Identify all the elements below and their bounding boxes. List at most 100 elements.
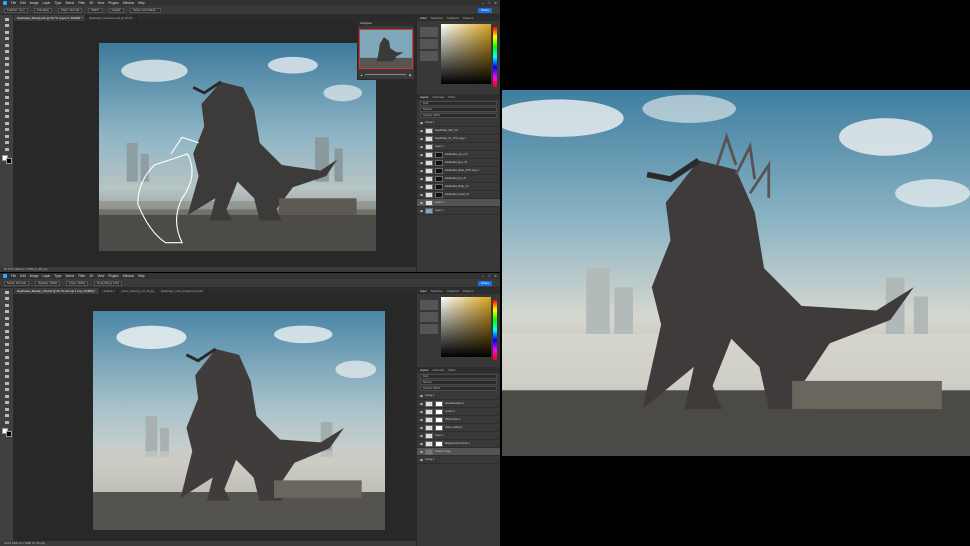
layer-row[interactable]: Deathclaw_Eye_07 bbox=[417, 159, 500, 167]
swatch[interactable] bbox=[420, 300, 438, 310]
menu-help[interactable]: Help bbox=[138, 1, 145, 5]
hand-tool-icon[interactable] bbox=[4, 140, 10, 145]
menu-select[interactable]: Select bbox=[65, 274, 74, 278]
swatch[interactable] bbox=[420, 39, 438, 49]
visibility-eye-icon[interactable] bbox=[420, 450, 423, 453]
close-icon[interactable]: ✕ bbox=[494, 274, 497, 278]
visibility-eye-icon[interactable] bbox=[420, 177, 423, 180]
visibility-eye-icon[interactable] bbox=[420, 185, 423, 188]
visibility-eye-icon[interactable] bbox=[420, 201, 423, 204]
zoom-tool-icon[interactable] bbox=[4, 147, 10, 152]
visibility-eye-icon[interactable] bbox=[420, 137, 423, 140]
background-color-swatch[interactable] bbox=[6, 430, 12, 437]
style-select[interactable]: Style: Normal bbox=[58, 7, 83, 13]
layer-row[interactable]: Hue/Saturation 1 bbox=[417, 400, 500, 408]
tab-color[interactable]: Color bbox=[420, 16, 427, 20]
menu-image[interactable]: Image bbox=[30, 274, 39, 278]
visibility-eye-icon[interactable] bbox=[420, 434, 423, 437]
menu-type[interactable]: Type bbox=[54, 1, 61, 5]
visibility-eye-icon[interactable] bbox=[420, 153, 423, 156]
visibility-eye-icon[interactable] bbox=[420, 426, 423, 429]
menu-select[interactable]: Select bbox=[65, 1, 74, 5]
brush-opacity-field[interactable]: Opacity: 100% bbox=[34, 280, 61, 286]
layer-row[interactable]: Deathclaw_Arm_07 bbox=[417, 151, 500, 159]
height-field[interactable]: Height: bbox=[108, 7, 125, 13]
menu-help[interactable]: Help bbox=[138, 274, 145, 278]
swatch[interactable] bbox=[420, 27, 438, 37]
crop-tool-icon[interactable] bbox=[4, 43, 10, 48]
blur-tool-icon[interactable] bbox=[4, 101, 10, 106]
opacity-field[interactable]: Opacity: 100% bbox=[420, 113, 497, 118]
color-picker-field[interactable] bbox=[441, 24, 491, 84]
visibility-eye-icon[interactable] bbox=[420, 410, 423, 413]
anti-alias-checkbox[interactable]: Anti-alias bbox=[33, 7, 53, 13]
visibility-eye-icon[interactable] bbox=[420, 209, 423, 212]
frame-tool-icon[interactable] bbox=[4, 322, 10, 327]
layer-row-selected[interactable]: Layer 2 bbox=[417, 199, 500, 207]
path-select-tool-icon[interactable] bbox=[4, 127, 10, 132]
tab-paths[interactable]: Paths bbox=[448, 95, 455, 99]
layer-row[interactable]: Brightness/Contrast 1 bbox=[417, 440, 500, 448]
visibility-eye-icon[interactable] bbox=[420, 129, 423, 132]
eraser-tool-icon[interactable] bbox=[4, 361, 10, 366]
blend-mode-select[interactable]: Normal bbox=[420, 380, 497, 385]
layer-row[interactable]: Deathclaw_Body_07 bbox=[417, 183, 500, 191]
move-tool-icon[interactable] bbox=[4, 290, 10, 295]
tab-patterns[interactable]: Patterns bbox=[463, 16, 473, 20]
tab-gradients[interactable]: Gradients bbox=[447, 289, 459, 293]
dodge-tool-icon[interactable] bbox=[4, 108, 10, 113]
visibility-eye-icon[interactable] bbox=[420, 161, 423, 164]
tab-swatches[interactable]: Swatches bbox=[431, 16, 443, 20]
gradient-tool-icon[interactable] bbox=[4, 95, 10, 100]
layer-row[interactable]: Deathclaw_Fin_07 bbox=[417, 175, 500, 183]
visibility-eye-icon[interactable] bbox=[420, 145, 423, 148]
lasso-tool-icon[interactable] bbox=[4, 303, 10, 308]
quick-select-tool-icon[interactable] bbox=[4, 309, 10, 314]
menu-filter[interactable]: Filter bbox=[78, 274, 85, 278]
minimize-icon[interactable]: – bbox=[482, 274, 484, 278]
tab-patterns[interactable]: Patterns bbox=[463, 289, 473, 293]
tab-channels[interactable]: Channels bbox=[432, 95, 444, 99]
swatch[interactable] bbox=[420, 312, 438, 322]
tab-layers[interactable]: Layers bbox=[420, 95, 428, 99]
visibility-eye-icon[interactable] bbox=[420, 442, 423, 445]
clone-stamp-tool-icon[interactable] bbox=[4, 75, 10, 80]
swatch[interactable] bbox=[420, 51, 438, 61]
lasso-tool-icon[interactable] bbox=[4, 30, 10, 35]
path-select-tool-icon[interactable] bbox=[4, 400, 10, 405]
navigator-thumbnail[interactable] bbox=[359, 29, 413, 69]
menu-plugins[interactable]: Plugins bbox=[108, 1, 118, 5]
type-tool-icon[interactable] bbox=[4, 121, 10, 126]
hand-tool-icon[interactable] bbox=[4, 413, 10, 418]
layer-row[interactable]: Group 1 bbox=[417, 456, 500, 464]
menu-view[interactable]: View bbox=[97, 274, 104, 278]
layer-row[interactable]: Layer 3 bbox=[417, 143, 500, 151]
blend-mode-select[interactable]: Normal bbox=[420, 107, 497, 112]
layer-filter-kind[interactable]: Kind bbox=[420, 101, 497, 106]
rectangle-tool-icon[interactable] bbox=[4, 134, 10, 139]
menu-edit[interactable]: Edit bbox=[20, 274, 26, 278]
document-canvas-image[interactable] bbox=[99, 43, 376, 251]
brush-tool-icon[interactable] bbox=[4, 69, 10, 74]
layer-row[interactable]: Levels 1 bbox=[417, 408, 500, 416]
menu-window[interactable]: Window bbox=[123, 274, 134, 278]
visibility-eye-icon[interactable] bbox=[420, 394, 423, 397]
menu-image[interactable]: Image bbox=[30, 1, 39, 5]
feather-field[interactable]: Feather: 0 px bbox=[4, 7, 28, 13]
menu-window[interactable]: Window bbox=[123, 1, 134, 5]
background-color-swatch[interactable] bbox=[6, 157, 12, 164]
select-and-mask-button[interactable]: Select and Mask... bbox=[130, 7, 161, 13]
layer-row[interactable]: Deathclaw_Skin_01 bbox=[417, 127, 500, 135]
brush-mode-select[interactable]: Mode: Normal bbox=[4, 280, 29, 286]
tab-swatches[interactable]: Swatches bbox=[431, 289, 443, 293]
layer-row[interactable]: Layer 1 bbox=[417, 432, 500, 440]
hue-slider[interactable] bbox=[493, 300, 497, 360]
zoom-out-icon[interactable]: ▲ bbox=[360, 73, 363, 77]
layer-row[interactable]: Deathclaw_01_07% copy 2 bbox=[417, 135, 500, 143]
frame-tool-icon[interactable] bbox=[4, 49, 10, 54]
visibility-eye-icon[interactable] bbox=[420, 418, 423, 421]
smoothing-field[interactable]: Smoothing: 10% bbox=[94, 280, 123, 286]
eraser-tool-icon[interactable] bbox=[4, 88, 10, 93]
rectangle-tool-icon[interactable] bbox=[4, 407, 10, 412]
menu-layer[interactable]: Layer bbox=[43, 1, 51, 5]
